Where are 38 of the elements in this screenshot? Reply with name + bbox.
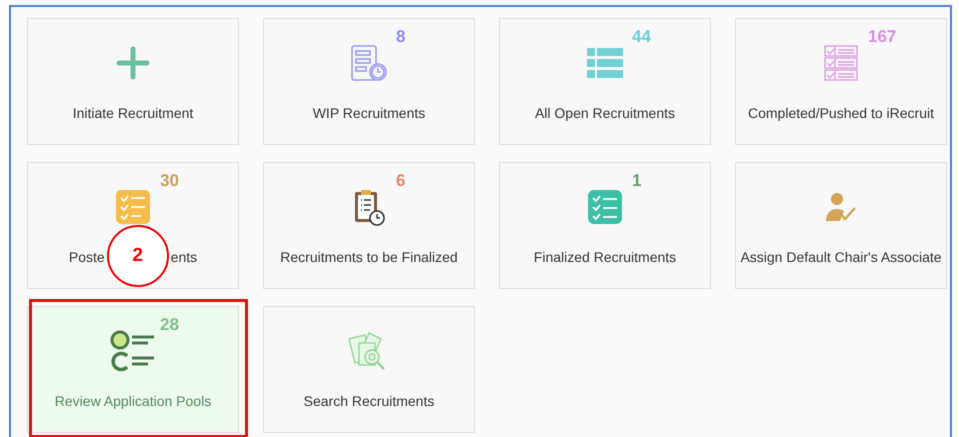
tile-label: Assign Default Chair's Associate (740, 249, 942, 265)
count-label: 167 (868, 27, 896, 47)
plus-icon (116, 46, 150, 80)
dashboard-tile[interactable]: 6 Recruitments to be Finalized (263, 162, 475, 289)
dashboard-tile[interactable]: 1 Finalized Recruitments (499, 162, 711, 289)
count-label: 1 (632, 171, 642, 191)
count-label: 44 (632, 27, 651, 47)
checklist-icon (824, 45, 858, 81)
dashboard-tile[interactable]: 8 WIP Recruitments (263, 18, 475, 145)
dashboard-tile[interactable]: 44 All Open Recruitments (499, 18, 711, 145)
document-clock-icon (350, 44, 388, 82)
dashboard-tile[interactable]: Assign Default Chair's Associate (735, 162, 947, 289)
checklist-icon (115, 189, 151, 225)
tile-label: Poste (68, 249, 105, 265)
list-icon (587, 48, 623, 78)
count-label: 8 (396, 27, 406, 47)
count-label: 6 (396, 171, 406, 191)
dashboard-tile[interactable]: 30 Poste 2 ents (27, 162, 239, 289)
callout-number: 2 (106, 225, 169, 287)
tile-label: ents (170, 249, 198, 265)
dashboard-tile[interactable]: Initiate Recruitment (27, 18, 239, 145)
tile-label: Finalized Recruitments (534, 249, 676, 265)
person-check-icon (825, 192, 857, 222)
tile-label: Completed/Pushed to iRecruit (748, 105, 934, 121)
checklist-icon (587, 189, 623, 225)
tile-label: WIP Recruitments (312, 105, 426, 121)
dashboard-tile[interactable]: 28 Review Application Pools (27, 306, 239, 433)
count-label: 28 (160, 315, 179, 335)
tile-label: Initiate Recruitment (72, 105, 194, 121)
tile-label: Recruitments to be Finalized (280, 249, 458, 265)
tile-label: Review Application Pools (54, 393, 212, 409)
tile-label: Search Recruitments (304, 393, 434, 409)
tile-label: All Open Recruitments (534, 105, 676, 121)
clipboard-clock-icon (353, 188, 385, 226)
dashboard-tile[interactable]: 167 Completed/Pushed to iRecruit (735, 18, 947, 145)
count-label: 30 (160, 171, 179, 191)
dashboard-tile[interactable]: Search Recruitments (263, 306, 475, 433)
option-list-icon (110, 330, 156, 372)
